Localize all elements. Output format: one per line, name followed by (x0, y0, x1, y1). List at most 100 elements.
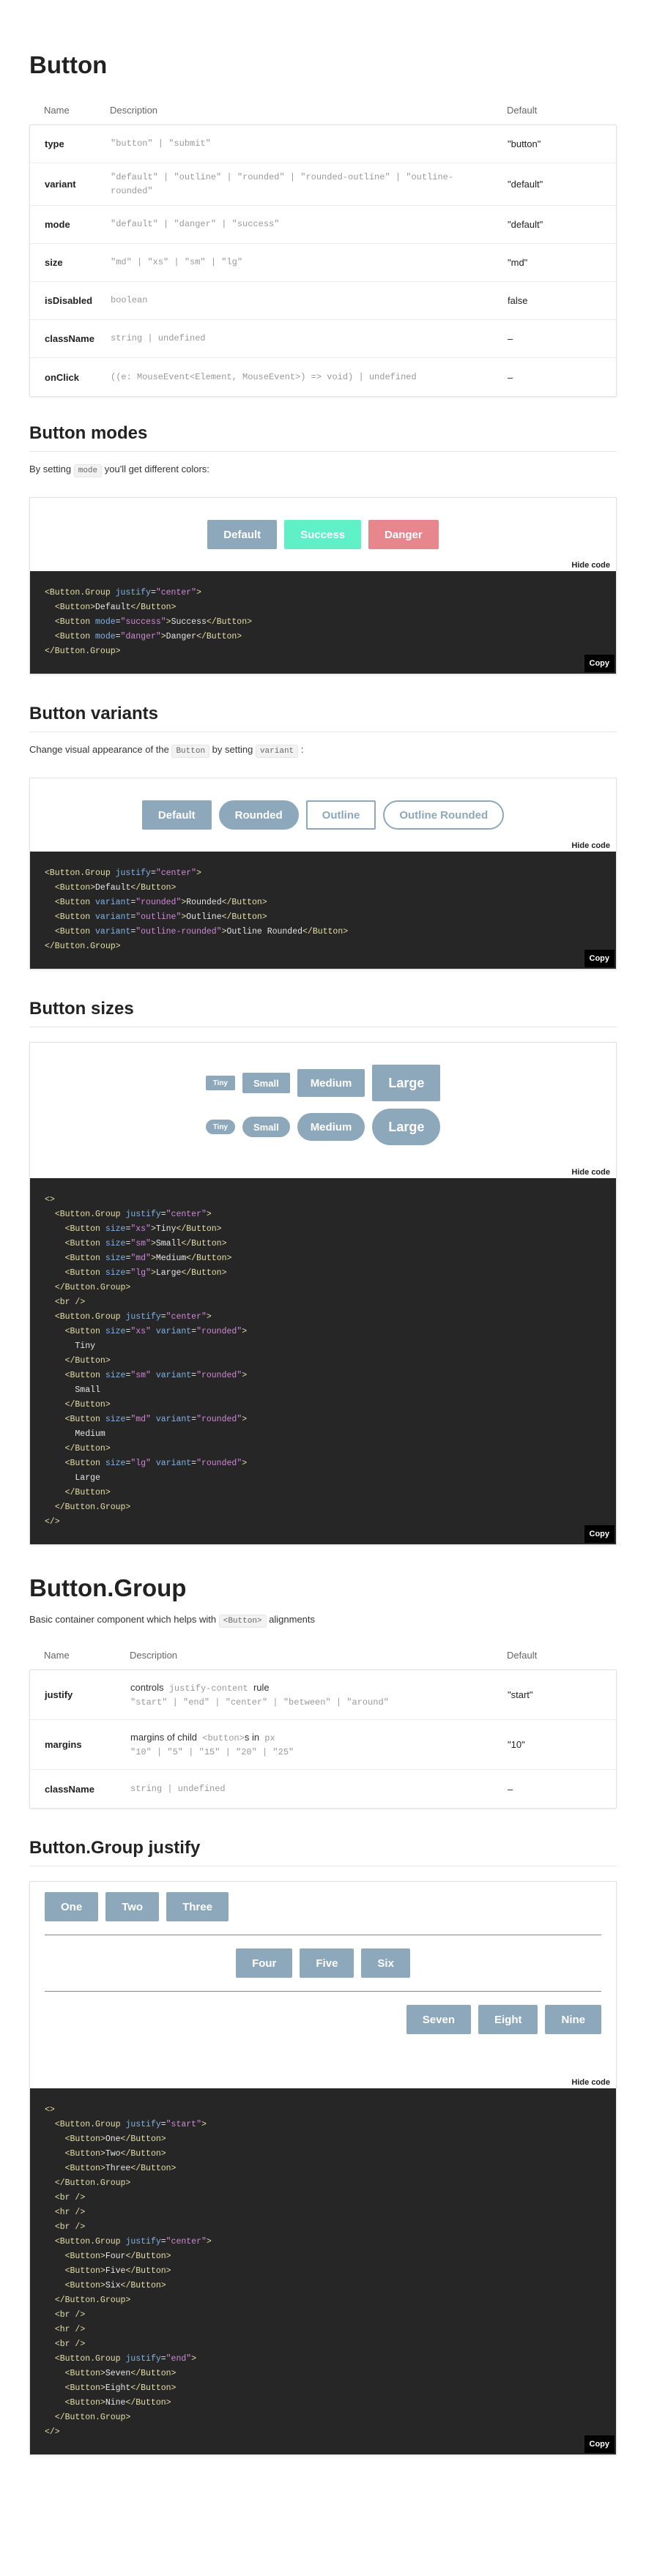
prop-description: string | undefined (111, 333, 206, 343)
success-button[interactable]: Success (284, 520, 362, 549)
demo-preview: Default Success Danger Hide code (30, 498, 616, 571)
inline-code: variant (255, 745, 299, 758)
header-default: Default (507, 104, 538, 116)
prop-name: className (45, 1783, 94, 1795)
prop-default: – (508, 333, 513, 344)
prop-name: margins (45, 1739, 82, 1750)
tiny-rounded-button[interactable]: Tiny (205, 1120, 235, 1134)
table-row: variant "default" | "outline" | "rounded"… (30, 163, 616, 206)
prop-name: type (45, 138, 64, 149)
demo-preview: One Two Three Four Five Six Seven Eight … (30, 1882, 616, 2088)
rounded-variant-button[interactable]: Rounded (218, 800, 299, 830)
prop-description: margins of child <button>s in px "10" | … (130, 1730, 508, 1760)
one-button[interactable]: One (45, 1892, 99, 1921)
intro-text: Change visual appearance of the (29, 744, 169, 755)
desc-text: s in (244, 1731, 260, 1743)
inline-code: <Button> (218, 1615, 267, 1628)
table-row: type "button" | "submit" "button" (30, 125, 616, 163)
props-table: type "button" | "submit" "button" variant "d… (29, 124, 617, 397)
header-name: Name (44, 1649, 70, 1661)
justify-demo: One Two Three Four Five Six Seven Eight … (29, 1881, 617, 2455)
prop-description: ((e: MouseEvent<Element, MouseEvent>) =>… (111, 371, 417, 382)
large-button[interactable]: Large (372, 1065, 441, 1101)
default-variant-button[interactable]: Default (141, 800, 212, 830)
group-intro: Basic container component which helps wi… (29, 1614, 617, 1628)
copy-button[interactable]: Copy (584, 950, 615, 967)
inline-code: Button (171, 745, 210, 758)
demo-preview: Default Rounded Outline Outline Rounded … (30, 778, 616, 852)
default-button[interactable]: Default (207, 520, 278, 549)
intro-text: alignments (269, 1614, 316, 1625)
copy-button[interactable]: Copy (584, 2435, 615, 2453)
prop-name: justify (45, 1689, 73, 1700)
prop-default: "10" (508, 1739, 525, 1750)
five-button[interactable]: Five (300, 1948, 354, 1978)
section-title-variants: Button variants (29, 704, 617, 732)
hide-code-button[interactable]: Hide code (571, 2078, 610, 2087)
four-button[interactable]: Four (236, 1948, 293, 1978)
desc-text: margins of child (130, 1731, 198, 1743)
outline-variant-button[interactable]: Outline (305, 800, 376, 830)
hide-code-button[interactable]: Hide code (571, 561, 610, 570)
prop-description: "default" | "outline" | "rounded" | "rou… (111, 171, 454, 196)
desc-text: rule (253, 1681, 270, 1693)
prop-name: className (45, 333, 94, 344)
prop-description: "md" | "xs" | "sm" | "lg" (111, 257, 243, 267)
prop-default: "md" (508, 257, 528, 268)
intro-text: by setting (212, 744, 253, 755)
prop-description: "button" | "submit" (111, 138, 211, 149)
seven-button[interactable]: Seven (406, 2005, 471, 2034)
copy-button[interactable]: Copy (584, 1525, 615, 1543)
table-row: className string | undefined – (30, 320, 616, 358)
section-title-justify: Button.Group justify (29, 1838, 617, 1866)
medium-button[interactable]: Medium (297, 1069, 365, 1097)
table-row: margins margins of child <button>s in px… (30, 1720, 616, 1770)
six-button[interactable]: Six (361, 1948, 410, 1978)
table-row: isDisabled boolean false (30, 282, 616, 320)
large-rounded-button[interactable]: Large (372, 1109, 441, 1145)
page-title: Button (29, 51, 108, 78)
section-title-sizes: Button sizes (29, 999, 617, 1027)
prop-default: false (508, 295, 528, 306)
intro-text: : (300, 744, 304, 755)
prop-default: "default" (508, 179, 543, 190)
props-table-header: Name Description Default (29, 95, 617, 124)
small-button[interactable]: Small (242, 1073, 290, 1093)
table-row: justify controls justify-content rule "s… (30, 1670, 616, 1720)
variants-demo: Default Rounded Outline Outline Rounded … (29, 778, 617, 969)
desc-code: justify-content (168, 1683, 248, 1694)
table-row: className string | undefined – (30, 1770, 616, 1808)
outline-rounded-variant-button[interactable]: Outline Rounded (383, 800, 505, 830)
table-row: mode "default" | "danger" | "success" "def… (30, 206, 616, 244)
group-title: Button.Group (29, 1574, 187, 1601)
medium-rounded-button[interactable]: Medium (297, 1113, 365, 1141)
code-block: <> <Button.Group justify="start"> <Butto… (30, 2088, 616, 2454)
tiny-button[interactable]: Tiny (205, 1076, 235, 1090)
hide-code-button[interactable]: Hide code (571, 1168, 610, 1177)
danger-button[interactable]: Danger (368, 520, 439, 549)
prop-description: controls justify-content rule "start" | … (130, 1680, 508, 1710)
three-button[interactable]: Three (166, 1892, 229, 1921)
intro-text: you'll get different colors: (104, 464, 209, 474)
desc-code: <button> (202, 1732, 245, 1743)
two-button[interactable]: Two (105, 1892, 160, 1921)
code-block: <Button.Group justify="center"> <Button>… (30, 571, 616, 674)
prop-name: variant (45, 179, 76, 190)
code-block: <Button.Group justify="center"> <Button>… (30, 852, 616, 969)
small-rounded-button[interactable]: Small (242, 1117, 290, 1137)
eight-button[interactable]: Eight (478, 2005, 538, 2034)
copy-button[interactable]: Copy (584, 655, 615, 672)
nine-button[interactable]: Nine (545, 2005, 601, 2034)
desc-text: controls (130, 1681, 164, 1693)
prop-name: mode (45, 219, 70, 230)
prop-default: "default" (508, 219, 543, 230)
prop-default: "start" (508, 1689, 533, 1700)
hide-code-button[interactable]: Hide code (571, 841, 610, 850)
desc-code: px (264, 1732, 275, 1743)
code-block: <> <Button.Group justify="center"> <Butt… (30, 1178, 616, 1544)
prop-name: size (45, 257, 63, 268)
group-props-table: justify controls justify-content rule "s… (29, 1669, 617, 1809)
prop-default: – (508, 371, 513, 383)
desc-values: "10" | "5" | "15" | "20" | "25" (130, 1746, 294, 1757)
demo-preview: Tiny Small Medium Large Tiny Small Mediu… (30, 1043, 616, 1178)
